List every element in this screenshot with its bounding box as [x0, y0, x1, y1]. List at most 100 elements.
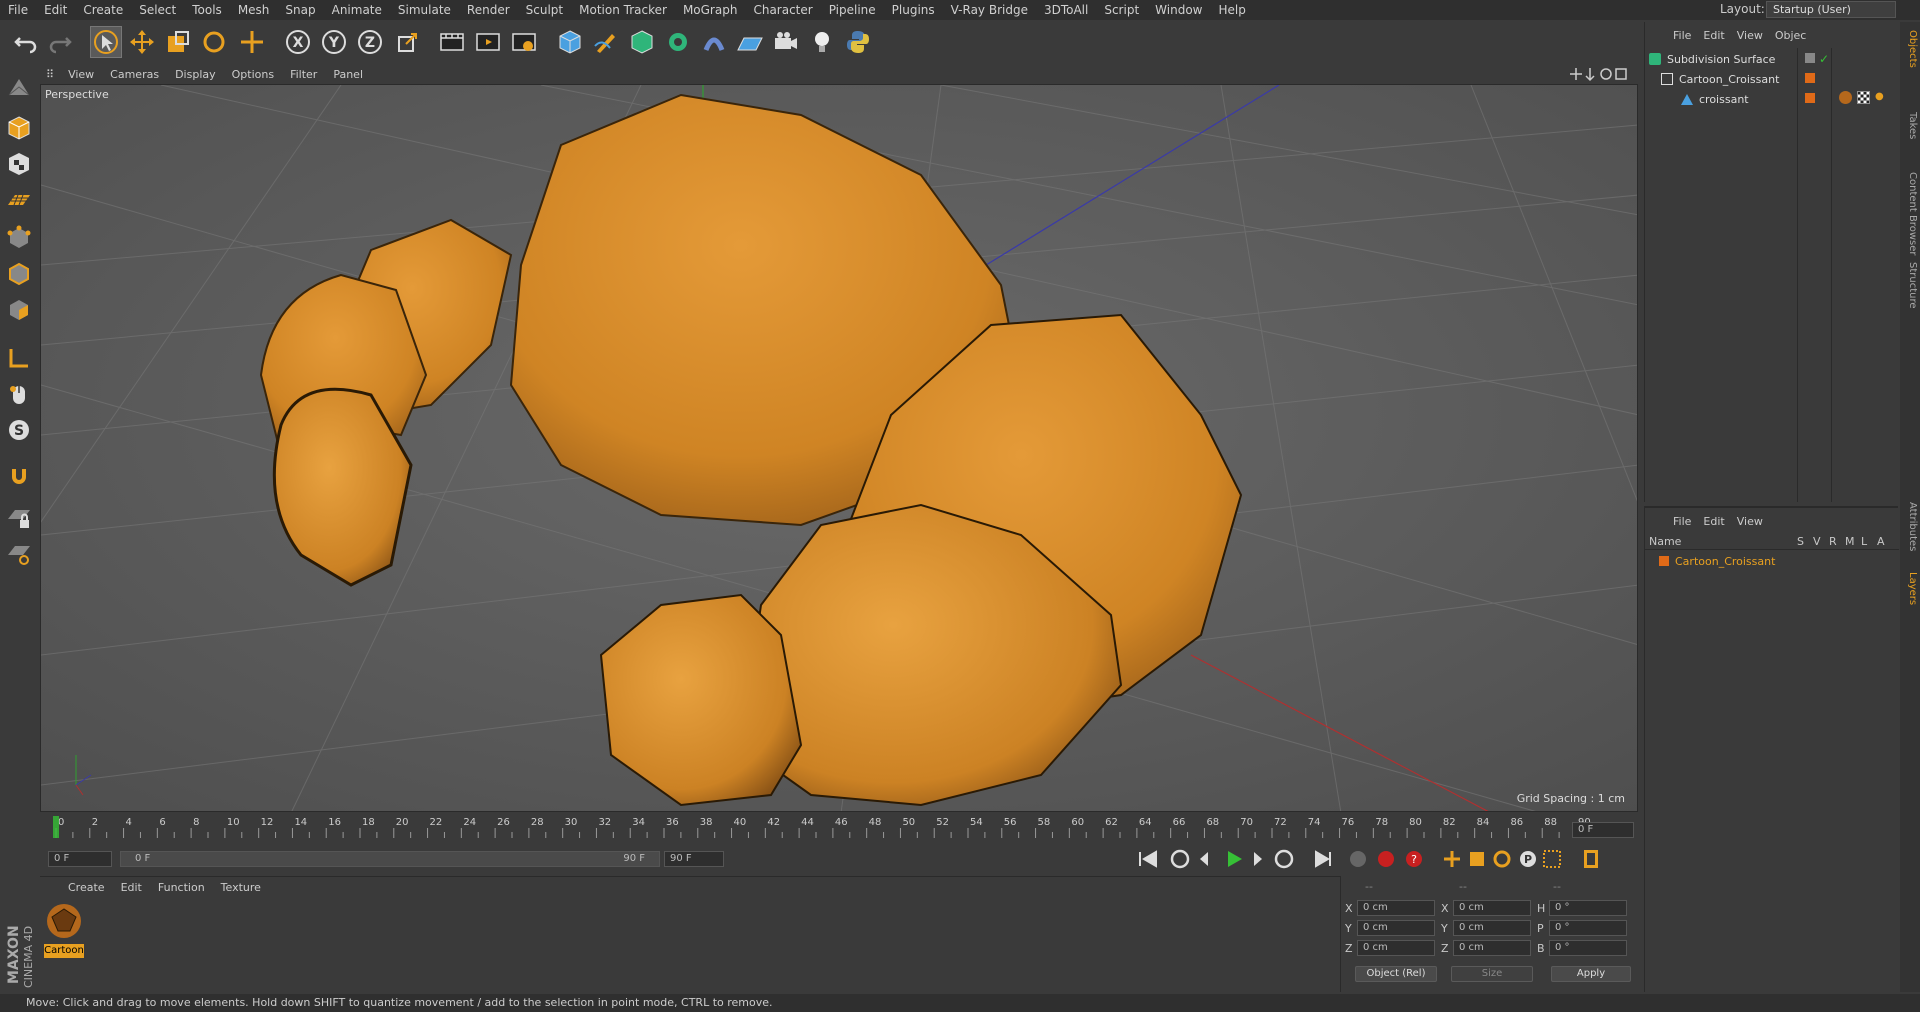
viewport-grip-icon[interactable]: ⠿	[40, 68, 60, 81]
tweak-mode-icon[interactable]	[3, 378, 35, 410]
viewport-menu-options[interactable]: Options	[224, 68, 282, 81]
coord-field[interactable]: 0 cm	[1357, 900, 1435, 916]
coord-field[interactable]: 0 cm	[1453, 940, 1531, 956]
transform-tool-icon[interactable]	[236, 26, 268, 58]
render-settings-icon[interactable]	[508, 26, 540, 58]
coord-field[interactable]: 0 °	[1549, 920, 1627, 936]
light-icon[interactable]	[806, 26, 838, 58]
menu-render[interactable]: Render	[459, 3, 518, 17]
make-editable-icon[interactable]	[3, 72, 35, 104]
previous-key-icon[interactable]	[1170, 849, 1190, 869]
material-menu-create[interactable]: Create	[60, 881, 113, 894]
go-to-start-icon[interactable]	[1139, 850, 1157, 868]
menu-mesh[interactable]: Mesh	[230, 3, 278, 17]
object-menu-file[interactable]: File	[1667, 29, 1697, 42]
keyframe-selection-icon[interactable]: ?	[1406, 851, 1422, 867]
menu-simulate[interactable]: Simulate	[390, 3, 459, 17]
layer-menu-view[interactable]: View	[1731, 515, 1769, 528]
menu-v-ray-bridge[interactable]: V-Ray Bridge	[943, 3, 1036, 17]
viewport-menu-view[interactable]: View	[60, 68, 102, 81]
render-picture-viewer-icon[interactable]	[472, 26, 504, 58]
key-parameter-icon[interactable]: P	[1520, 851, 1536, 867]
menu-create[interactable]: Create	[75, 3, 131, 17]
key-rotation-icon[interactable]	[1493, 850, 1511, 868]
start-frame-field[interactable]: 0 F	[48, 851, 112, 867]
camera-icon[interactable]	[770, 26, 802, 58]
layer-row[interactable]: Cartoon_Croissant	[1659, 552, 1775, 570]
frame-range-slider[interactable]: 0 F 90 F	[120, 851, 660, 867]
key-scale-icon[interactable]	[1470, 852, 1484, 866]
go-to-end-icon[interactable]	[1315, 850, 1331, 868]
right-tab-layers[interactable]: Layers	[1902, 572, 1918, 605]
cloner-icon[interactable]	[662, 26, 694, 58]
coord-field[interactable]: 0 cm	[1453, 900, 1531, 916]
undo-icon[interactable]	[10, 26, 42, 58]
menu-pipeline[interactable]: Pipeline	[821, 3, 884, 17]
object-menu-edit[interactable]: Edit	[1697, 29, 1730, 42]
right-tab-objects[interactable]: Objects	[1902, 30, 1918, 68]
coord-field[interactable]: 0 cm	[1453, 920, 1531, 936]
coord-field[interactable]: 0 °	[1549, 940, 1627, 956]
scale-tool-icon[interactable]	[162, 26, 194, 58]
layout-select[interactable]: Startup (User)	[1766, 1, 1896, 18]
layer-menu-file[interactable]: File	[1667, 515, 1697, 528]
redo-icon[interactable]	[44, 26, 76, 58]
viewport-menu-display[interactable]: Display	[167, 68, 224, 81]
object-menu-objec[interactable]: Objec	[1769, 29, 1813, 42]
menu-motion-tracker[interactable]: Motion Tracker	[571, 3, 675, 17]
autokey-icon[interactable]	[1378, 851, 1394, 867]
x-axis-icon[interactable]: X	[282, 26, 314, 58]
coordinate-system-icon[interactable]	[392, 26, 424, 58]
coord-mode-select[interactable]: Object (Rel)	[1355, 966, 1437, 982]
material-menu-texture[interactable]: Texture	[213, 881, 269, 894]
enabled-check-icon[interactable]: ✓	[1819, 52, 1829, 66]
z-axis-icon[interactable]: Z	[354, 26, 386, 58]
layer-col-r[interactable]: R	[1829, 535, 1837, 548]
menu-select[interactable]: Select	[131, 3, 184, 17]
layer-col-v[interactable]: V	[1813, 535, 1821, 548]
menu-tools[interactable]: Tools	[184, 3, 230, 17]
object-menu-view[interactable]: View	[1731, 29, 1769, 42]
lock-workplane-icon[interactable]	[3, 502, 35, 534]
menu-mograph[interactable]: MoGraph	[675, 3, 746, 17]
texture-mode-icon[interactable]	[3, 148, 35, 180]
menu-3dtoall[interactable]: 3DToAll	[1036, 3, 1096, 17]
next-key-icon[interactable]	[1274, 849, 1294, 869]
menu-file[interactable]: File	[0, 3, 36, 17]
viewport-menu-panel[interactable]: Panel	[325, 68, 371, 81]
model-mode-icon[interactable]	[3, 112, 35, 144]
layer-menu-edit[interactable]: Edit	[1697, 515, 1730, 528]
play-icon[interactable]	[1228, 851, 1242, 867]
menu-window[interactable]: Window	[1147, 3, 1210, 17]
deformer-icon[interactable]	[698, 26, 730, 58]
menu-plugins[interactable]: Plugins	[884, 3, 943, 17]
menu-help[interactable]: Help	[1210, 3, 1253, 17]
coord-field[interactable]: 0 cm	[1357, 920, 1435, 936]
right-tab-attributes[interactable]: Attributes	[1902, 502, 1918, 551]
editor-visible-icon[interactable]	[1805, 53, 1815, 63]
right-tab-content-browser[interactable]: Content Browser	[1902, 172, 1918, 255]
floor-icon[interactable]	[734, 26, 766, 58]
right-tab-structure[interactable]: Structure	[1902, 262, 1918, 309]
viewport-nav-icons[interactable]	[1570, 66, 1630, 82]
edges-mode-icon[interactable]	[3, 258, 35, 290]
layer-col-a[interactable]: A	[1877, 535, 1885, 548]
menu-animate[interactable]: Animate	[324, 3, 390, 17]
select-tool-icon[interactable]	[90, 26, 122, 58]
end-frame-field[interactable]: 90 F	[664, 851, 724, 867]
render-view-icon[interactable]	[436, 26, 468, 58]
key-position-icon[interactable]	[1444, 851, 1460, 867]
menu-snap[interactable]: Snap	[277, 3, 323, 17]
pen-spline-icon[interactable]	[590, 26, 622, 58]
snapping-icon[interactable]: S	[3, 414, 35, 446]
material-menu-edit[interactable]: Edit	[113, 881, 150, 894]
perspective-viewport[interactable]: Perspective Grid Spacing : 1 cm	[40, 84, 1638, 812]
y-axis-icon[interactable]: Y	[318, 26, 350, 58]
polygons-mode-icon[interactable]	[3, 294, 35, 326]
timeline-ruler[interactable]: 0 2 4 6 8 10 12 14 16 18 20 22 24 26 28 30 32 34 36 38 40 42 4…	[40, 814, 1638, 844]
texture-tag-icon[interactable]	[1857, 91, 1870, 104]
menu-edit[interactable]: Edit	[36, 3, 75, 17]
previous-frame-icon[interactable]	[1200, 852, 1208, 866]
python-icon[interactable]	[842, 26, 874, 58]
layer-col-s[interactable]: S	[1797, 535, 1804, 548]
